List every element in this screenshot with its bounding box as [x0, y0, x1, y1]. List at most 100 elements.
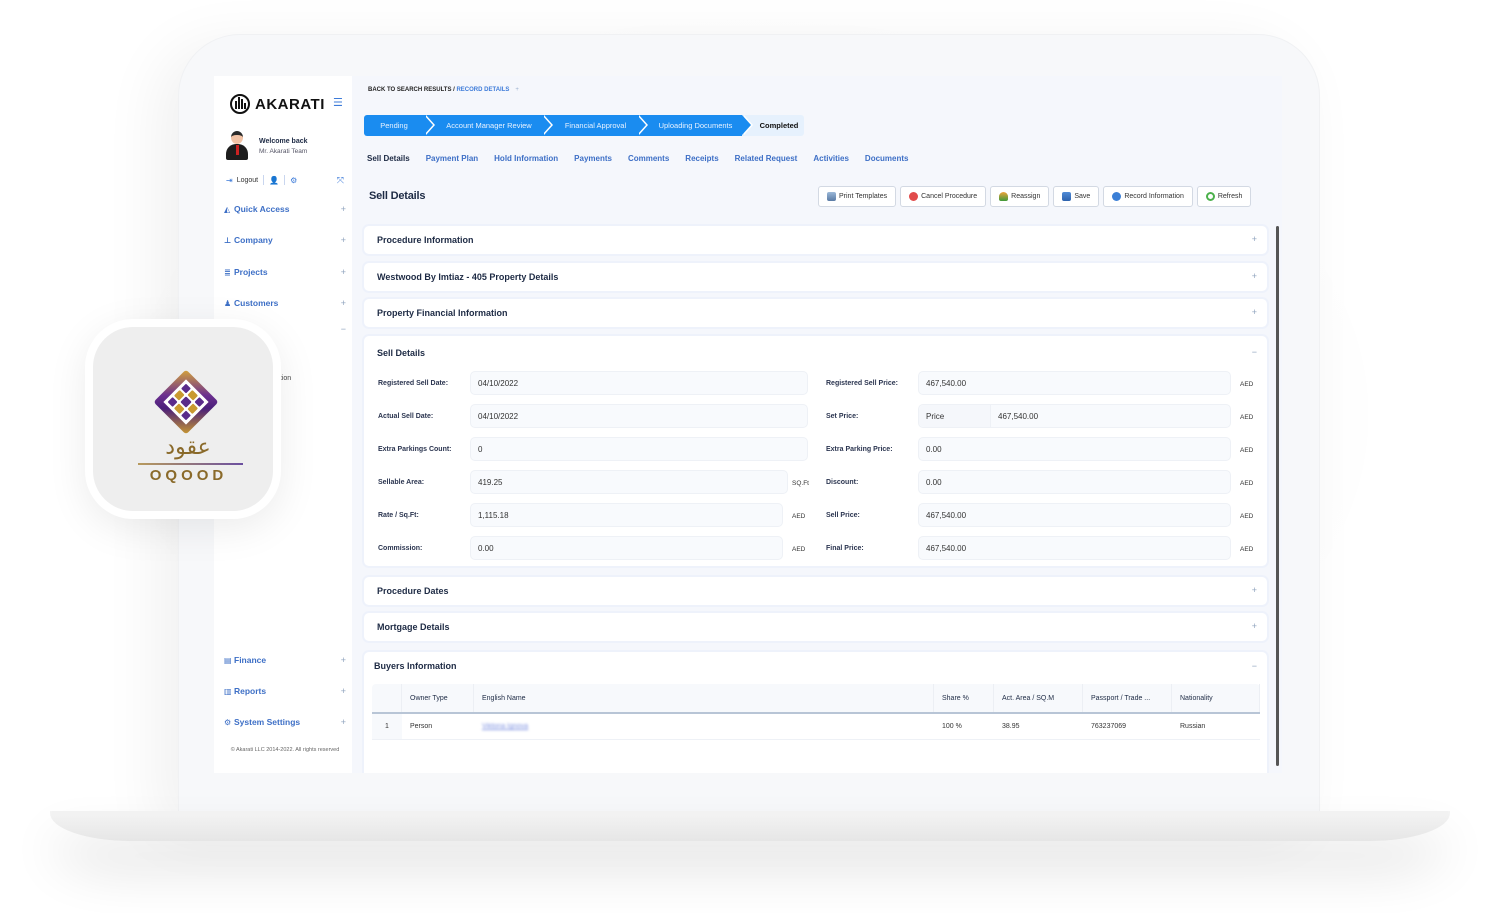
- expand-icon[interactable]: +: [1252, 307, 1257, 317]
- step-account-manager-review[interactable]: Account Manager Review: [424, 115, 553, 136]
- user-settings-icon[interactable]: 👤: [269, 176, 279, 185]
- document-icon: ▤: [224, 655, 232, 665]
- user-actions: ⇥ Logout 👤 ⚙ ⤧: [226, 175, 346, 185]
- record-information-button[interactable]: Record Information: [1103, 186, 1193, 207]
- expand-icon[interactable]: +: [1252, 585, 1257, 595]
- panel-procedure-information[interactable]: Procedure Information +: [364, 226, 1267, 254]
- step-financial-approval[interactable]: Financial Approval: [542, 115, 648, 136]
- laptop-base: [50, 811, 1450, 841]
- tab-payments[interactable]: Payments: [574, 154, 612, 163]
- lock-settings-icon[interactable]: ⚙: [290, 176, 297, 185]
- cell-english-name[interactable]: Viktoria Ignova: [474, 714, 934, 739]
- sidebar-item-customers[interactable]: ♟ Customers +: [224, 298, 346, 308]
- sidebar-item-system-settings[interactable]: ⚙ System Settings +: [224, 717, 346, 727]
- expand-icon[interactable]: +: [341, 235, 346, 245]
- step-uploading-documents[interactable]: Uploading Documents: [637, 115, 753, 136]
- sidebar-item-label: Finance: [234, 655, 267, 665]
- panel-procedure-dates[interactable]: Procedure Dates +: [364, 577, 1267, 605]
- cancel-icon: [909, 192, 919, 201]
- panel-property-details[interactable]: Westwood By Imtiaz - 405 Property Detail…: [364, 263, 1267, 291]
- expand-icon[interactable]: +: [341, 655, 346, 665]
- sidebar-item-company[interactable]: ⊥ Company +: [224, 235, 346, 245]
- save-button[interactable]: Save: [1053, 186, 1100, 207]
- collapse-icon[interactable]: −: [1252, 347, 1257, 357]
- cancel-procedure-button[interactable]: Cancel Procedure: [900, 186, 987, 207]
- tab-receipts[interactable]: Receipts: [685, 154, 718, 163]
- sellable-area-field[interactable]: 419.25: [470, 470, 788, 494]
- breadcrumb-back-link[interactable]: BACK TO SEARCH RESULTS: [368, 87, 451, 93]
- logout-icon[interactable]: ⇥: [226, 176, 233, 185]
- field-label: Registered Sell Price:: [826, 380, 898, 387]
- report-icon: ▥: [224, 686, 232, 696]
- tab-hold-information[interactable]: Hold Information: [494, 154, 558, 163]
- expand-icon[interactable]: +: [1252, 621, 1257, 631]
- column-header-english-name[interactable]: English Name: [474, 684, 934, 712]
- discount-field[interactable]: 0.00: [918, 470, 1231, 494]
- breadcrumb: BACK TO SEARCH RESULTS / RECORD DETAILS +: [368, 87, 519, 93]
- expand-icon[interactable]: +: [1252, 234, 1257, 244]
- panel-property-financial-information[interactable]: Property Financial Information +: [364, 299, 1267, 327]
- set-price-field[interactable]: Price 467,540.00: [918, 404, 1231, 428]
- table-row[interactable]: 1 Person Viktoria Ignova 100 % 38.95 763…: [372, 714, 1260, 740]
- expand-icon[interactable]: +: [341, 686, 346, 696]
- tab-related-request[interactable]: Related Request: [735, 154, 798, 163]
- tab-activities[interactable]: Activities: [813, 154, 849, 163]
- sidebar-item-finance[interactable]: ▤ Finance +: [224, 655, 346, 665]
- vertical-scrollbar[interactable]: [1276, 226, 1279, 766]
- commission-field[interactable]: 0.00: [470, 536, 783, 560]
- expand-icon[interactable]: +: [341, 717, 346, 727]
- collapse-icon[interactable]: −: [341, 324, 346, 334]
- field-value: 467,540.00: [926, 510, 967, 520]
- sidebar-item-projects[interactable]: ≣ Projects +: [224, 267, 346, 277]
- column-header-owner-type[interactable]: Owner Type: [402, 684, 474, 712]
- expand-icon[interactable]: +: [341, 298, 346, 308]
- print-templates-button[interactable]: Print Templates: [818, 186, 897, 207]
- tab-payment-plan[interactable]: Payment Plan: [426, 154, 478, 163]
- final-price-field[interactable]: 467,540.00: [918, 536, 1231, 560]
- field-label: Sell Price:: [826, 512, 860, 519]
- floppy-disk-icon: [1062, 192, 1072, 201]
- sell-price-field[interactable]: 467,540.00: [918, 503, 1231, 527]
- refresh-button[interactable]: Refresh: [1196, 186, 1252, 207]
- sidebar-item-reports[interactable]: ▥ Reports +: [224, 686, 346, 696]
- buyer-name-link[interactable]: Viktoria Ignova: [482, 723, 528, 730]
- column-header-area[interactable]: Act. Area / SQ.M: [994, 684, 1083, 712]
- registered-sell-price-field[interactable]: 467,540.00: [918, 371, 1231, 395]
- extra-parkings-count-field[interactable]: 0: [470, 437, 808, 461]
- expand-icon[interactable]: +: [341, 267, 346, 277]
- brand[interactable]: AKARATI: [230, 94, 325, 114]
- column-header-share[interactable]: Share %: [934, 684, 994, 712]
- field-label: Sellable Area:: [378, 479, 425, 486]
- sidebar-item-quick-access[interactable]: ◭ Quick Access +: [224, 204, 346, 214]
- logout-link[interactable]: Logout: [237, 177, 258, 184]
- field-label: Final Price:: [826, 545, 864, 552]
- reassign-button[interactable]: Reassign: [990, 186, 1050, 207]
- field-value: 0.00: [478, 543, 494, 553]
- column-header-index[interactable]: [372, 684, 402, 712]
- column-header-passport[interactable]: Passport / Trade ...: [1083, 684, 1172, 712]
- collapse-icon[interactable]: −: [1252, 661, 1257, 671]
- field-value: 04/10/2022: [478, 378, 519, 388]
- actual-sell-date-field[interactable]: 04/10/2022: [470, 404, 808, 428]
- step-pending[interactable]: Pending: [364, 115, 435, 136]
- field-value: 0.00: [926, 477, 942, 487]
- expand-icon[interactable]: +: [341, 204, 346, 214]
- rate-per-sqft-field[interactable]: 1,115.18: [470, 503, 783, 527]
- column-header-nationality[interactable]: Nationality: [1172, 684, 1260, 712]
- panel-title: Sell Details: [377, 348, 426, 358]
- extra-parking-price-field[interactable]: 0.00: [918, 437, 1231, 461]
- gears-icon: ⚙: [224, 717, 232, 727]
- hamburger-menu-icon[interactable]: ☰: [333, 96, 343, 109]
- fullscreen-icon[interactable]: ⤧: [337, 175, 344, 186]
- field-value: 467,540.00: [926, 378, 967, 388]
- buyers-table: Owner Type English Name Share % Act. Are…: [372, 684, 1260, 740]
- tab-documents[interactable]: Documents: [865, 154, 909, 163]
- registered-sell-date-field[interactable]: 04/10/2022: [470, 371, 808, 395]
- panel-mortgage-details[interactable]: Mortgage Details +: [364, 613, 1267, 641]
- add-bookmark-icon[interactable]: +: [515, 87, 519, 93]
- tab-comments[interactable]: Comments: [628, 154, 669, 163]
- expand-icon[interactable]: +: [1252, 271, 1257, 281]
- tab-sell-details[interactable]: Sell Details: [367, 154, 410, 163]
- price-type-select[interactable]: Price: [919, 405, 991, 427]
- cell-owner-type: Person: [410, 723, 433, 730]
